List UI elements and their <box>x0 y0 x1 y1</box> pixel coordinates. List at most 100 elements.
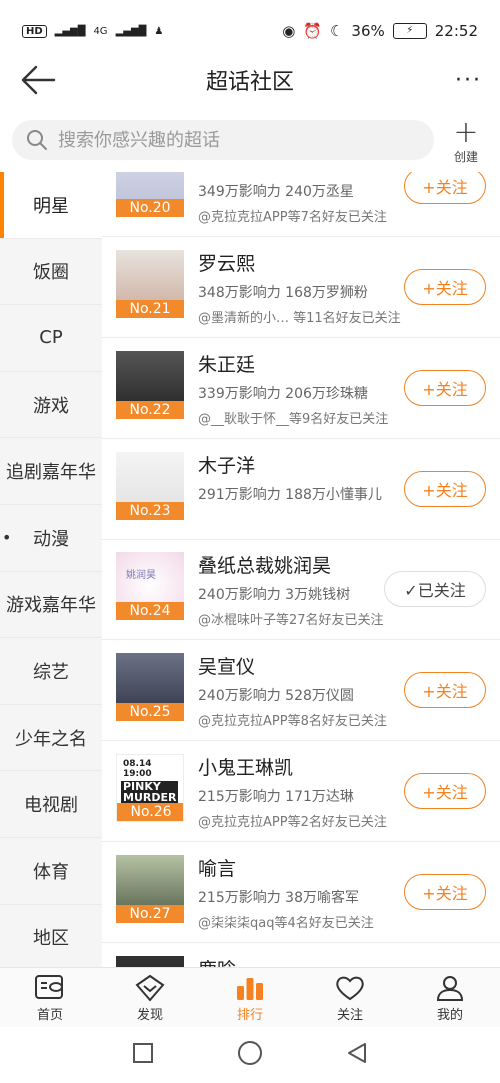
header: 超话社区 ··· <box>0 52 500 108</box>
category-label: 体育 <box>33 861 69 883</box>
avatar: 姚润昊 No.24 <box>116 552 184 620</box>
rank-badge: No.25 <box>116 703 184 721</box>
category-label: 电视剧 <box>24 795 78 817</box>
poster-date: 08.14 <box>123 759 152 769</box>
item-stats: 339万影响力 206万珍珠糖 <box>198 386 368 402</box>
follow-button[interactable]: +关注 <box>404 874 486 910</box>
item-name: 鹿晗 <box>198 955 236 967</box>
item-friends: @克拉克拉APP等2名好友已关注 <box>198 815 387 830</box>
system-nav-bar <box>0 1027 500 1083</box>
category-tv-drama[interactable]: 电视剧 <box>0 771 102 838</box>
tab-label: 关注 <box>336 1008 363 1023</box>
page-title: 超话社区 <box>205 70 294 95</box>
recents-button[interactable] <box>131 1041 155 1069</box>
list-item[interactable]: No.22 朱正廷 339万影响力 206万珍珠糖 @__耿耿于怀__等9名好友… <box>102 338 500 439</box>
item-friends: @克拉克拉APP等8名好友已关注 <box>198 714 387 729</box>
discover-icon <box>135 974 165 1002</box>
tab-profile[interactable]: 我的 <box>400 968 500 1027</box>
back-nav-button[interactable] <box>345 1041 369 1069</box>
category-drama-carnival[interactable]: 追剧嘉年华 <box>0 438 102 505</box>
item-friends: @克拉克拉APP等7名好友已关注 <box>198 210 387 225</box>
follow-button[interactable]: +关注 <box>404 370 486 406</box>
category-game[interactable]: 游戏 <box>0 372 102 439</box>
rank-badge: No.23 <box>116 502 184 520</box>
category-game-carnival[interactable]: 游戏嘉年华 <box>0 572 102 639</box>
tab-label: 我的 <box>436 1008 463 1023</box>
category-label: 游戏 <box>33 395 69 417</box>
list-item[interactable]: No.21 罗云熙 348万影响力 168万罗狮粉 @墨清新的小… 等11名好友… <box>102 237 500 338</box>
signal-icon-2: ▂▄▆█ <box>115 25 147 37</box>
category-variety[interactable]: 综艺 <box>0 638 102 705</box>
item-friends: @__耿耿于怀__等9名好友已关注 <box>198 412 389 427</box>
create-button[interactable]: + 创建 <box>446 118 486 165</box>
notification-icon: ♟ <box>154 25 164 37</box>
item-name: 小鬼王琳凯 <box>198 757 294 779</box>
tab-home[interactable]: 首页 <box>0 968 100 1027</box>
category-fandom[interactable]: 饭圈 <box>0 239 102 306</box>
search-input[interactable] <box>58 129 398 151</box>
follow-button[interactable]: +关注 <box>404 672 486 708</box>
category-label: 明星 <box>33 195 69 217</box>
new-dot-icon: • <box>2 528 12 548</box>
followed-button[interactable]: ✓已关注 <box>384 571 486 607</box>
avatar <box>116 956 184 967</box>
tab-discover[interactable]: 发现 <box>100 968 200 1027</box>
square-icon <box>133 1043 153 1063</box>
list-item[interactable]: 08.14 19:00 PINKY MURDER No.26 小鬼王琳凯 215… <box>102 741 500 842</box>
avatar-poster-text: 08.14 19:00 <box>123 759 152 779</box>
poster-time: 19:00 <box>123 769 152 779</box>
network-label: 4G <box>93 25 108 37</box>
category-label: 动漫 <box>33 528 69 550</box>
avatar: No.23 <box>116 452 184 520</box>
alarm-icon: ⏰ <box>303 22 322 40</box>
list-item[interactable]: No.25 吴宣仪 240万影响力 528万仪圆 @克拉克拉APP等8名好友已关… <box>102 640 500 741</box>
category-anime[interactable]: • 动漫 <box>0 505 102 572</box>
tab-label: 首页 <box>36 1008 63 1023</box>
search-box[interactable] <box>12 120 434 160</box>
rank-badge: No.21 <box>116 300 184 318</box>
list-item[interactable]: No.20 349万影响力 240万丞星 @克拉克拉APP等7名好友已关注 +关… <box>102 172 500 237</box>
ranking-list: No.20 349万影响力 240万丞星 @克拉克拉APP等7名好友已关注 +关… <box>102 172 500 967</box>
item-name: 罗云熙 <box>198 253 256 275</box>
back-arrow-icon <box>21 65 56 95</box>
avatar: No.21 <box>116 250 184 318</box>
follow-button[interactable]: +关注 <box>404 773 486 809</box>
list-item[interactable]: No.23 木子洋 291万影响力 188万小懂事儿 +关注 <box>102 439 500 540</box>
category-cp[interactable]: CP <box>0 305 102 372</box>
category-sports[interactable]: 体育 <box>0 838 102 905</box>
heart-icon <box>336 976 364 1001</box>
item-stats: 215万影响力 171万达琳 <box>198 789 354 805</box>
avatar: No.20 <box>116 172 184 217</box>
circle-icon <box>238 1041 262 1065</box>
rank-badge: No.27 <box>116 905 184 923</box>
item-name: 喻言 <box>198 858 237 880</box>
poster-title: PINKY MURDER <box>121 781 179 803</box>
category-label: 追剧嘉年华 <box>6 462 96 484</box>
avatar: No.27 <box>116 855 184 923</box>
tab-label: 发现 <box>136 1008 163 1023</box>
home-nav-button[interactable] <box>237 1040 263 1070</box>
list-item[interactable]: No.27 喻言 215万影响力 38万喻客军 @柒柒柒qaq等4名好友已关注 … <box>102 842 500 943</box>
item-name: 朱正廷 <box>198 354 256 376</box>
item-stats: 215万影响力 38万喻客军 <box>198 890 359 906</box>
avatar: No.22 <box>116 351 184 419</box>
item-stats: 348万影响力 168万罗狮粉 <box>198 285 368 301</box>
category-youth[interactable]: 少年之名 <box>0 705 102 772</box>
category-label: CP <box>39 327 63 349</box>
follow-button[interactable]: +关注 <box>404 269 486 305</box>
more-menu-button[interactable]: ··· <box>455 68 482 93</box>
triangle-back-icon <box>348 1043 366 1063</box>
list-item[interactable]: 姚润昊 No.24 叠纸总裁姚润昊 240万影响力 3万姚钱树 @冰棍味叶子等2… <box>102 539 500 640</box>
list-item[interactable]: 鹿晗 <box>102 943 500 967</box>
category-star[interactable]: 明星 <box>0 172 102 239</box>
back-button[interactable] <box>18 62 58 98</box>
tab-follow[interactable]: 关注 <box>300 968 400 1027</box>
follow-button[interactable]: +关注 <box>404 172 486 204</box>
rank-badge: No.26 <box>117 803 183 821</box>
tab-rank[interactable]: 排行 <box>200 968 300 1027</box>
follow-button[interactable]: +关注 <box>404 471 486 507</box>
category-label: 少年之名 <box>15 728 87 750</box>
category-label: 地区 <box>33 928 69 950</box>
tab-label: 排行 <box>236 1008 263 1023</box>
category-region[interactable]: 地区 <box>0 905 102 967</box>
